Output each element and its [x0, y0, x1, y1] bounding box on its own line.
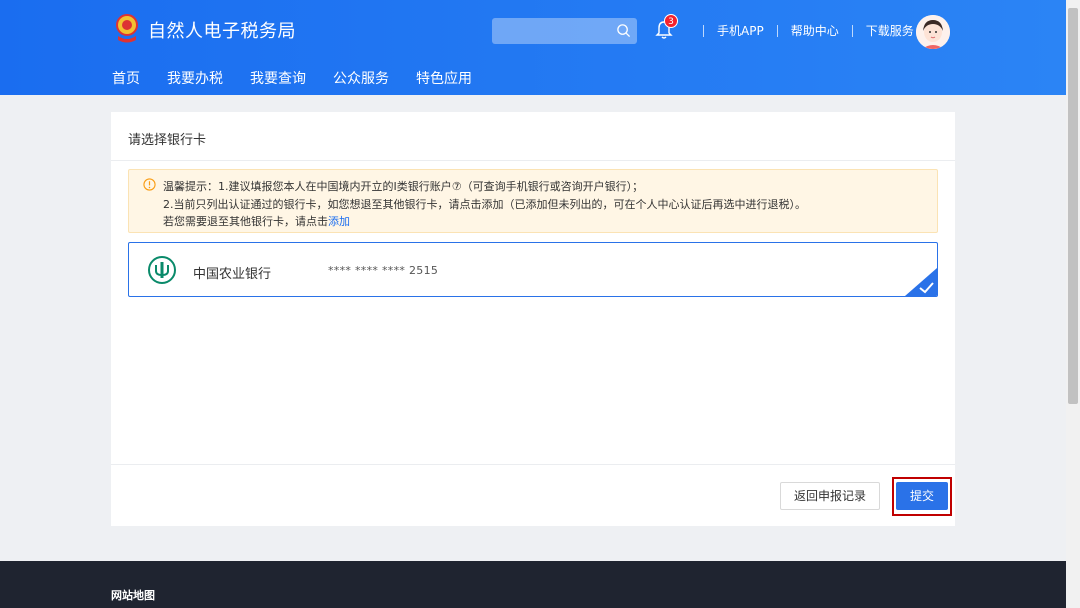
notice-line-2: 2.当前只列出认证通过的银行卡，如您想退至其他银行卡，请点击添加（已添加但未列出… [163, 198, 806, 211]
bank-name: 中国农业银行 [193, 267, 272, 282]
bank-card-option[interactable]: 中国农业银行 **** **** **** 2515 [128, 242, 938, 297]
avatar[interactable] [916, 15, 950, 49]
link-mobile-app[interactable]: 手机APP [717, 22, 764, 39]
divider [703, 24, 704, 37]
notice-line-3: 若您需要退至其他银行卡，请点击添加 [163, 213, 350, 229]
bank-card-number: **** **** **** 2515 [328, 264, 439, 277]
site-title: 自然人电子税务局 [148, 21, 296, 42]
site-footer: 网站地图 [0, 561, 1066, 608]
link-download-service[interactable]: 下载服务 [866, 22, 914, 39]
user-avatar-icon [916, 15, 950, 49]
link-help-center[interactable]: 帮助中心 [791, 22, 839, 39]
site-logo[interactable]: 自然人电子税务局 [112, 12, 296, 48]
divider [111, 160, 955, 161]
search-input[interactable] [492, 18, 637, 44]
nav-item-featured-apps[interactable]: 特色应用 [416, 68, 472, 88]
add-bank-card-link[interactable]: 添加 [328, 215, 350, 228]
divider [776, 24, 778, 37]
divider [111, 464, 955, 465]
nav-item-query[interactable]: 我要查询 [250, 68, 306, 88]
abc-bank-logo-icon [148, 256, 176, 284]
notice-line-3-text: 若您需要退至其他银行卡，请点击 [163, 215, 328, 228]
top-links: 手机APP 帮助中心 下载服务 [690, 22, 914, 39]
bank-card-selection-panel: 请选择银行卡 温馨提示：1.建议填报您本人在中国境内开立的Ⅰ类银行账户⑦（可查询… [111, 112, 955, 526]
scrollbar-thumb[interactable] [1068, 8, 1078, 404]
notice-line-1: 温馨提示：1.建议填报您本人在中国境内开立的Ⅰ类银行账户⑦（可查询手机银行或咨询… [163, 180, 644, 193]
nav-item-home[interactable]: 首页 [112, 68, 140, 88]
submit-button[interactable]: 提交 [896, 482, 948, 510]
notification-badge: 3 [664, 14, 678, 28]
warm-tip-notice: 温馨提示：1.建议填报您本人在中国境内开立的Ⅰ类银行账户⑦（可查询手机银行或咨询… [128, 169, 938, 233]
tax-emblem-icon [112, 12, 142, 48]
back-to-records-button[interactable]: 返回申报记录 [780, 482, 880, 510]
nav-item-public-service[interactable]: 公众服务 [333, 68, 389, 88]
main-nav: 首页 我要办税 我要查询 公众服务 特色应用 [112, 68, 499, 88]
nav-item-tax-handling[interactable]: 我要办税 [167, 68, 223, 88]
top-header: 自然人电子税务局 3 手机APP 帮助中心 下载服务 首页 我要办税 我要查询 … [0, 0, 1066, 95]
page-scrollbar[interactable] [1066, 0, 1080, 608]
selected-check-icon [905, 268, 937, 296]
panel-title: 请选择银行卡 [128, 133, 207, 148]
divider [851, 24, 853, 37]
site-map-link[interactable]: 网站地图 [111, 587, 155, 603]
warning-icon [143, 178, 156, 191]
search-icon[interactable] [616, 23, 631, 38]
